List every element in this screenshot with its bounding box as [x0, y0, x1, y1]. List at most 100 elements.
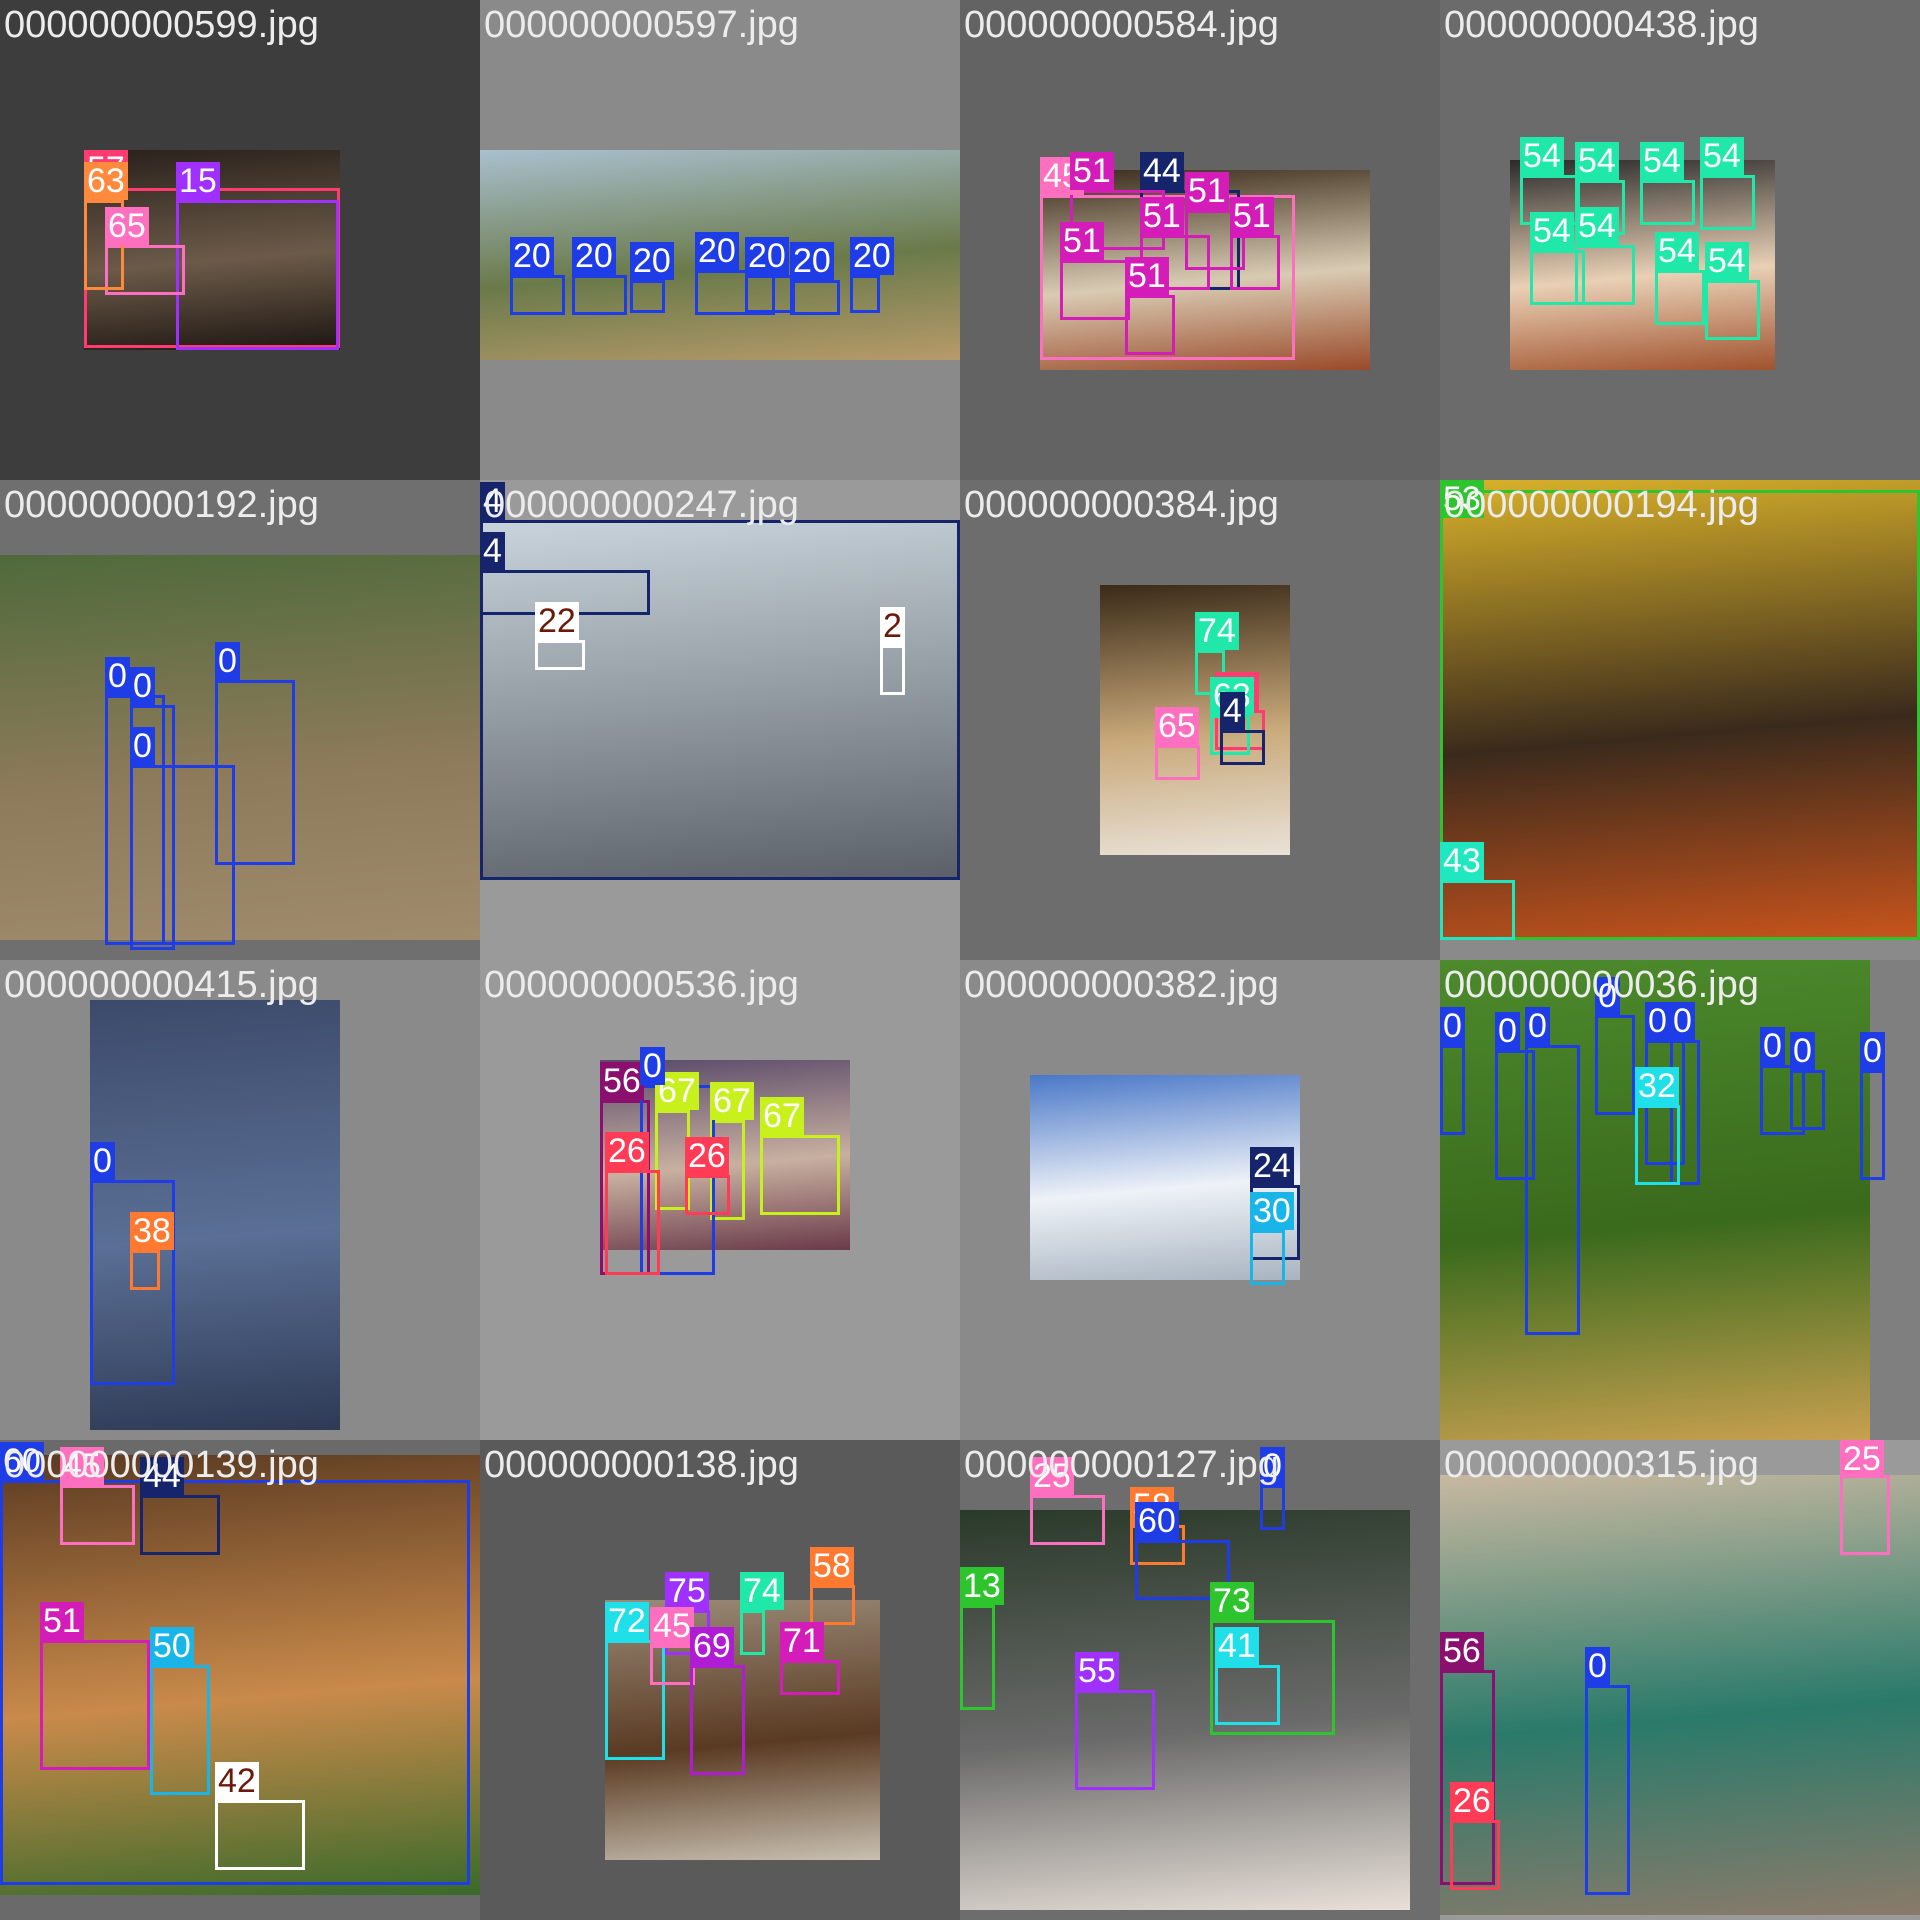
detection-label: 67 [760, 1097, 804, 1135]
detection-label: 63 [84, 162, 128, 200]
detection-label: 74 [740, 1572, 784, 1610]
detection-label: 0 [215, 642, 240, 680]
detection-label: 20 [510, 237, 554, 275]
detection-label: 51 [1140, 197, 1184, 235]
detection-label: 0 [1440, 1007, 1465, 1045]
mosaic-tile: 000000000415.jpg 0 38 [0, 960, 480, 1440]
detection-box [1155, 745, 1200, 780]
mosaic-tile: 000000000127.jpg255801360734155 [960, 1440, 1440, 1920]
detection-label: 30 [1250, 1192, 1294, 1230]
detection-label: 45 [60, 1447, 104, 1485]
detection-box [130, 765, 235, 945]
detection-label: 75 [665, 1572, 709, 1610]
detection-label: 4 [1220, 692, 1245, 730]
detection-label: 22 [535, 602, 579, 640]
detection-label: 51 [1185, 172, 1229, 210]
detection-label: 24 [1250, 1147, 1294, 1185]
detection-label: 25 [1030, 1457, 1074, 1495]
detection-label: 60 [0, 1442, 44, 1480]
detection-label: 54 [1705, 242, 1749, 280]
detection-label: 51 [1070, 152, 1114, 190]
detection-label: 42 [215, 1762, 259, 1800]
detection-label: 20 [850, 237, 894, 275]
detection-box [1215, 1665, 1280, 1725]
detection-label: 0 [1260, 1447, 1285, 1485]
detection-label: 13 [960, 1567, 1004, 1605]
detection-label: 56 [600, 1062, 644, 1100]
detection-label: 65 [105, 207, 149, 245]
detection-label: 54 [1640, 142, 1684, 180]
detection-box [780, 1660, 840, 1695]
detection-label: 38 [130, 1212, 174, 1250]
detection-box [790, 280, 840, 315]
detection-box [850, 275, 880, 313]
detection-box [745, 275, 795, 313]
detection-box [40, 1640, 150, 1770]
detection-box [960, 1605, 995, 1710]
detection-label: 20 [790, 242, 834, 280]
detection-box [1060, 260, 1130, 320]
mosaic-tile: 000000000438.jpg 54 54 54 54 54 54 54 54 [1440, 0, 1920, 480]
detection-label: 26 [685, 1137, 729, 1175]
detection-label: 51 [1125, 257, 1169, 295]
detection-label: 73 [1210, 1582, 1254, 1620]
detection-box [1440, 1045, 1465, 1135]
mosaic-tile: 000000000036.jpg 0 0 0 0 0 0 0 0 0 32 [1440, 960, 1920, 1440]
detection-box [880, 645, 905, 695]
detection-label: 54 [1575, 207, 1619, 245]
detection-label: 32 [1635, 1067, 1679, 1105]
detection-label: 4 [480, 482, 505, 520]
detection-box [760, 1135, 840, 1215]
detection-box [1450, 1820, 1500, 1890]
detection-box [1700, 175, 1755, 230]
detection-label: 71 [780, 1622, 824, 1660]
detection-label: 54 [1655, 232, 1699, 270]
detection-box [1250, 1230, 1285, 1285]
detection-label: 54 [1700, 137, 1744, 175]
mosaic-tile: 000000000584.jpg 45 44 51 51 51 51 51 51 [960, 0, 1440, 480]
detection-box [1230, 235, 1280, 290]
detection-label: 55 [1075, 1652, 1119, 1690]
mosaic-tile: 000000000599.jpg57156563 [0, 0, 480, 480]
detection-label: 0 [1645, 1002, 1670, 1040]
detection-box [740, 1610, 765, 1655]
detection-label: 20 [572, 237, 616, 275]
detection-box [510, 275, 565, 315]
detection-label: 58 [810, 1547, 854, 1585]
detection-box [1655, 270, 1705, 325]
detection-box [1860, 1070, 1885, 1180]
detection-label: 51 [1230, 197, 1274, 235]
tile-filename: 000000000192.jpg [4, 484, 319, 526]
detection-box [1525, 1045, 1580, 1335]
tile-filename: 000000000384.jpg [964, 484, 1279, 526]
detection-label: 54 [1530, 212, 1574, 250]
mosaic-tile: 000000000384.jpg745763654 [960, 480, 1440, 960]
detection-label: 65 [1155, 707, 1199, 745]
detection-label: 0 [130, 667, 155, 705]
detection-box [140, 1495, 220, 1555]
mosaic-tile: 000000000315.jpg 25 0 56 26 [1440, 1440, 1920, 1920]
detection-label: 2 [880, 607, 905, 645]
detection-label: 0 [1790, 1032, 1815, 1070]
detection-label: 41 [1215, 1627, 1259, 1665]
detection-box [650, 1645, 695, 1685]
detection-label: 26 [1450, 1782, 1494, 1820]
detection-box [1585, 1685, 1630, 1895]
mosaic-tile: 000000000138.jpg 72 75 74 58 45 69 71 [480, 1440, 960, 1920]
detection-label: 50 [150, 1627, 194, 1665]
detection-label: 54 [1520, 137, 1564, 175]
detection-box [1640, 180, 1695, 225]
mosaic-tile: 000000000194.jpg 53 43 [1440, 480, 1920, 960]
detection-label: 0 [1760, 1027, 1785, 1065]
detection-label: 43 [1440, 842, 1484, 880]
detection-box [1030, 1495, 1105, 1545]
detection-label: 0 [1595, 977, 1620, 1015]
detection-label: 20 [695, 232, 739, 270]
detection-label: 0 [1525, 1007, 1550, 1045]
detection-box [1075, 1690, 1155, 1790]
detection-box [630, 280, 665, 313]
detection-box [150, 1665, 210, 1795]
mosaic-tile: 000000000382.jpg 24 30 [960, 960, 1440, 1440]
detection-label: 72 [605, 1602, 649, 1640]
detection-label: 0 [1585, 1647, 1610, 1685]
